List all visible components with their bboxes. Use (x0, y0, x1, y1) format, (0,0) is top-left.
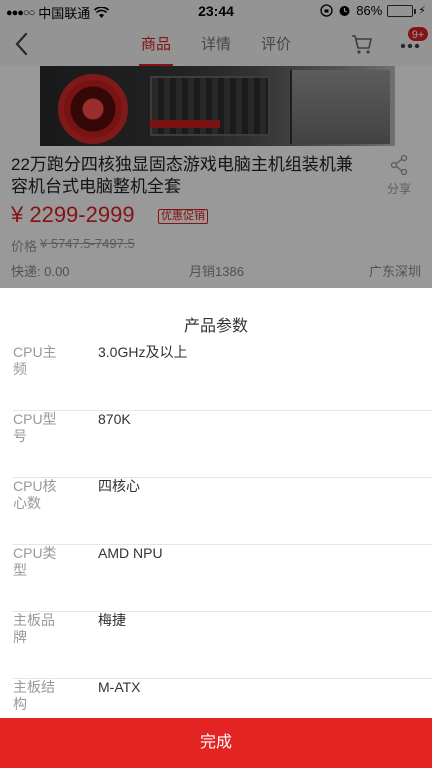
param-label: CPU核心数 (13, 478, 57, 511)
param-value: 870K (98, 411, 131, 427)
param-label: CPU主频 (13, 344, 57, 377)
sheet-title: 产品参数 (183, 318, 248, 335)
list-item: CPU类型 AMD NPU (13, 545, 432, 612)
list-item: CPU核心数 四核心 (13, 478, 432, 545)
param-value: M-ATX (98, 679, 141, 695)
list-item: CPU型号 870K (13, 411, 432, 478)
param-value: 3.0GHz及以上 (98, 344, 188, 360)
param-label: 主板结构 (13, 679, 55, 712)
params-sheet: 产品参数 CPU主频 3.0GHz及以上 CPU型号 870K CPU核心数 四… (0, 288, 432, 768)
param-value: 梅捷 (98, 612, 126, 628)
params-list: CPU主频 3.0GHz及以上 CPU型号 870K CPU核心数 四核心 CP… (0, 344, 432, 746)
param-label: CPU型号 (13, 411, 57, 444)
param-value: 四核心 (98, 478, 140, 494)
param-label: CPU类型 (13, 545, 57, 578)
list-item: 主板品牌 梅捷 (13, 612, 432, 679)
list-item: CPU主频 3.0GHz及以上 (13, 344, 432, 411)
param-value: AMD NPU (98, 545, 163, 561)
param-label: 主板品牌 (13, 612, 55, 645)
modal-backdrop[interactable] (0, 0, 432, 288)
done-button[interactable]: 完成 (0, 718, 432, 768)
